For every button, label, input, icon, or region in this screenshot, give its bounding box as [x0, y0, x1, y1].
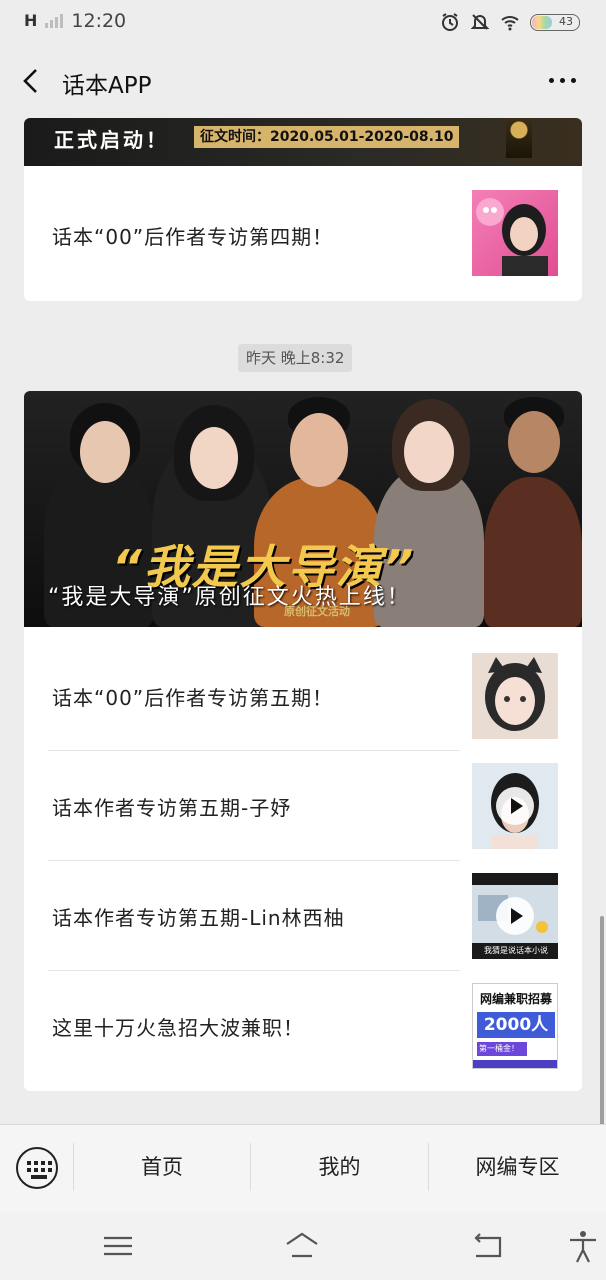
poster-count: 2000人 — [477, 1012, 555, 1038]
poster-title: 网编兼职招募 — [479, 992, 552, 1006]
wifi-icon — [501, 16, 519, 31]
page-title: 话本APP — [62, 73, 152, 99]
mute-bell-icon — [470, 14, 490, 30]
article-title: 话本“00”后作者专访第五期！ — [52, 685, 334, 710]
list-item[interactable]: 话本“00”后作者专访第四期！ — [48, 180, 558, 290]
more-options-icon[interactable] — [549, 78, 576, 83]
girl-portrait-image — [476, 198, 548, 276]
menu-mine[interactable]: 我的 — [251, 1151, 428, 1181]
article-title: 话本“00”后作者专访第四期！ — [52, 224, 334, 249]
bottom-menu-bar: 首页 我的 网编专区 — [0, 1124, 606, 1212]
recent-apps-icon[interactable] — [100, 1228, 136, 1264]
video-thumbnail — [472, 763, 558, 849]
battery-level: 43 — [559, 14, 573, 28]
article-card-previous: 正式启动！ 征文时间：2020.05.01-2020-08.10 话本“00”后… — [24, 118, 582, 301]
status-bar: H 12:20 43 — [0, 0, 606, 46]
article-card-latest: “我是大导演” “我是大导演”原创征文火热上线！ 原创征文活动 话本“00”后作… — [24, 391, 582, 1091]
article-title: 话本作者专访第五期-子妤 — [52, 795, 292, 820]
banner-date-range: 征文时间：2020.05.01-2020-08.10 — [194, 126, 460, 148]
system-navigation-bar — [0, 1212, 606, 1280]
recruit-poster-thumbnail: 网编兼职招募 2000人 第一桶金！ — [472, 983, 558, 1069]
article-title: 这里十万火急招大波兼职！ — [52, 1015, 304, 1040]
play-icon[interactable] — [496, 897, 534, 935]
video-caption: 我猜是说话本小说 — [484, 946, 548, 955]
alarm-icon — [442, 13, 458, 31]
list-item[interactable]: 话本作者专访第五期-子妤 — [48, 751, 558, 861]
signal-icon — [45, 14, 64, 28]
accessibility-icon[interactable] — [566, 1228, 600, 1264]
list-item[interactable]: 这里十万火急招大波兼职！ 网编兼职招募 2000人 第一桶金！ — [48, 971, 558, 1081]
play-icon[interactable] — [496, 787, 534, 825]
article-thumbnail — [472, 190, 558, 276]
article-title: 话本作者专访第五期-Lin林西柚 — [52, 905, 345, 930]
navigation-bar: 话本APP — [0, 46, 606, 118]
back-arrow-icon[interactable] — [16, 66, 46, 96]
menu-home[interactable]: 首页 — [74, 1151, 250, 1181]
network-type: H — [24, 11, 38, 30]
banner-headline: 正式启动！ — [54, 128, 169, 152]
home-icon[interactable] — [284, 1228, 320, 1264]
back-icon[interactable] — [470, 1228, 506, 1264]
director-campaign-banner[interactable]: “我是大导演” “我是大导演”原创征文火热上线！ 原创征文活动 — [24, 391, 582, 627]
girl-cat-ears-image — [485, 657, 545, 731]
keyboard-toggle-icon[interactable] — [16, 1147, 58, 1189]
menu-editor-zone[interactable]: 网编专区 — [429, 1151, 606, 1181]
banner-caption: “我是大导演”原创征文火热上线！ — [48, 585, 411, 610]
battery-icon: 43 — [530, 13, 580, 31]
video-thumbnail: 我猜是说话本小说 — [472, 873, 558, 959]
list-item[interactable]: 话本作者专访第五期-Lin林西柚 我猜是说话本小说 — [48, 861, 558, 971]
campaign-banner-image[interactable]: 正式启动！ 征文时间：2020.05.01-2020-08.10 — [24, 118, 582, 166]
banner-subtitle: 原创征文活动 — [284, 605, 350, 618]
scrollbar[interactable] — [600, 916, 604, 1126]
message-timestamp: 昨天 晚上8:32 — [238, 344, 353, 372]
clock: 12:20 — [71, 10, 127, 32]
list-item[interactable]: 话本“00”后作者专访第五期！ — [48, 641, 558, 751]
article-thumbnail — [472, 653, 558, 739]
poster-tagline: 第一桶金！ — [477, 1042, 527, 1056]
